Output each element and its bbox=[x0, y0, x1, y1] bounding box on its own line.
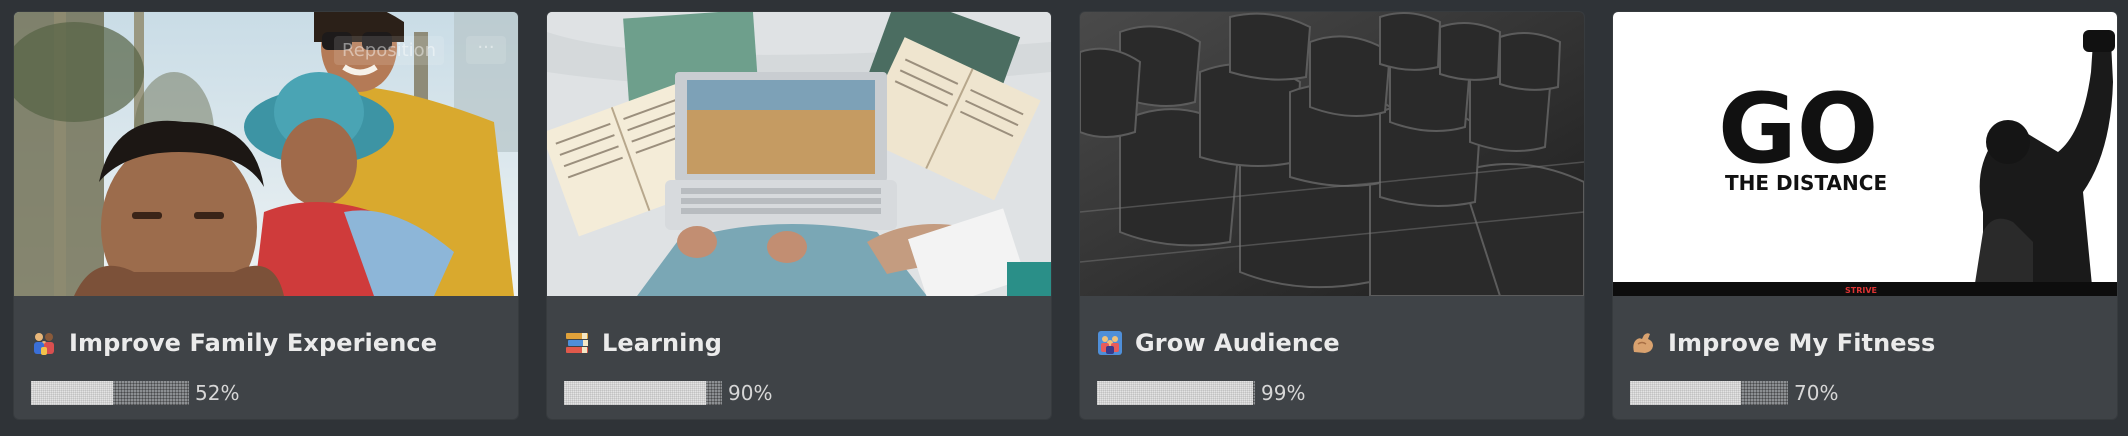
progress-fill bbox=[1630, 381, 1741, 405]
progress-bar bbox=[1630, 381, 1788, 405]
gallery-card-family[interactable]: Reposition ··· Improve Family Experience bbox=[14, 12, 518, 419]
more-options-button[interactable]: ··· bbox=[466, 36, 506, 64]
reposition-button[interactable]: Reposition bbox=[334, 36, 445, 65]
card-title-row: Improve Family Experience bbox=[31, 327, 437, 359]
progress-row: 90% bbox=[564, 381, 772, 405]
card-title: Grow Audience bbox=[1135, 329, 1340, 357]
progress-percent: 99% bbox=[1261, 381, 1306, 405]
gallery-card-audience[interactable]: Grow Audience 99% bbox=[1080, 12, 1584, 419]
progress-fill bbox=[564, 381, 707, 405]
chairs-photo bbox=[1080, 12, 1584, 296]
progress-bar bbox=[31, 381, 189, 405]
card-title-row: Learning bbox=[564, 327, 722, 359]
progress-row: 70% bbox=[1630, 381, 1838, 405]
gallery-card-fitness[interactable]: GO THE DISTANCE STRIVE Improve My Fitnes… bbox=[1613, 12, 2117, 419]
progress-percent: 70% bbox=[1794, 381, 1839, 405]
poster-subline: THE DISTANCE bbox=[1725, 171, 1887, 195]
poster-headline: GO bbox=[1718, 73, 1878, 185]
books-emoji-icon bbox=[564, 330, 590, 356]
card-title: Improve Family Experience bbox=[69, 329, 438, 357]
progress-bar bbox=[564, 381, 722, 405]
card-cover-image[interactable] bbox=[1080, 12, 1584, 296]
card-cover-image[interactable]: Reposition ··· bbox=[14, 12, 518, 296]
card-cover-image[interactable] bbox=[547, 12, 1051, 296]
poster-brand: STRIVE bbox=[1845, 286, 1877, 295]
progress-percent: 90% bbox=[728, 381, 773, 405]
card-title: Improve My Fitness bbox=[1668, 329, 1936, 357]
people-emoji-icon bbox=[1097, 330, 1123, 356]
flexed-biceps-emoji-icon bbox=[1630, 330, 1656, 356]
fitness-poster: GO THE DISTANCE STRIVE bbox=[1613, 12, 2117, 296]
card-title-row: Improve My Fitness bbox=[1630, 327, 1935, 359]
progress-row: 52% bbox=[31, 381, 239, 405]
progress-fill bbox=[31, 381, 114, 405]
family-emoji-icon bbox=[31, 330, 57, 356]
progress-bar bbox=[1097, 381, 1255, 405]
gallery-board: Reposition ··· Improve Family Experience bbox=[0, 0, 2128, 436]
study-photo bbox=[547, 12, 1051, 296]
card-cover-image[interactable]: GO THE DISTANCE STRIVE bbox=[1613, 12, 2117, 296]
card-title: Learning bbox=[602, 329, 722, 357]
progress-row: 99% bbox=[1097, 381, 1305, 405]
progress-percent: 52% bbox=[195, 381, 240, 405]
progress-fill bbox=[1097, 381, 1254, 405]
gallery-card-learning[interactable]: Learning 90% bbox=[547, 12, 1051, 419]
card-title-row: Grow Audience bbox=[1097, 327, 1340, 359]
